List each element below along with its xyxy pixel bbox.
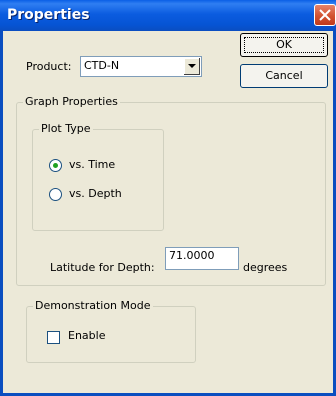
- product-label: Product:: [26, 60, 72, 73]
- cancel-button[interactable]: Cancel: [240, 64, 328, 88]
- demonstration-mode-title: Demonstration Mode: [33, 299, 153, 312]
- product-select-value: CTD-N: [84, 59, 120, 72]
- radio-vs-depth[interactable]: [49, 188, 62, 201]
- cancel-button-label: Cancel: [265, 69, 303, 82]
- radio-vs-depth-label[interactable]: vs. Depth: [69, 187, 122, 200]
- title-bar[interactable]: Properties: [0, 0, 336, 31]
- enable-checkbox-label[interactable]: Enable: [68, 329, 105, 342]
- product-select[interactable]: CTD-N: [80, 56, 202, 77]
- close-icon: [319, 9, 331, 21]
- latitude-label: Latitude for Depth:: [50, 261, 155, 274]
- plot-type-group: Plot Type vs. Time vs. Depth: [32, 122, 164, 231]
- plot-type-title: Plot Type: [39, 122, 93, 135]
- properties-dialog: Properties Product: CTD-N OK Cancel Grap…: [0, 0, 336, 396]
- radio-vs-time[interactable]: [49, 159, 62, 172]
- latitude-unit: degrees: [243, 261, 288, 274]
- demonstration-mode-group: Demonstration Mode Enable: [26, 299, 196, 363]
- graph-properties-title: Graph Properties: [23, 95, 120, 108]
- latitude-input[interactable]: 71.0000: [165, 247, 239, 270]
- radio-vs-time-label[interactable]: vs. Time: [69, 158, 115, 171]
- product-dropdown-button[interactable]: [183, 58, 200, 75]
- ok-button[interactable]: OK: [240, 33, 328, 57]
- latitude-value: 71.0000: [169, 249, 215, 262]
- close-button[interactable]: [314, 4, 336, 26]
- enable-checkbox[interactable]: [47, 331, 60, 344]
- radio-selected-dot: [53, 163, 58, 168]
- window-border-left: [0, 31, 3, 396]
- chevron-down-icon: [188, 64, 196, 68]
- window-title: Properties: [7, 7, 90, 23]
- ok-focus-rect: [244, 37, 324, 53]
